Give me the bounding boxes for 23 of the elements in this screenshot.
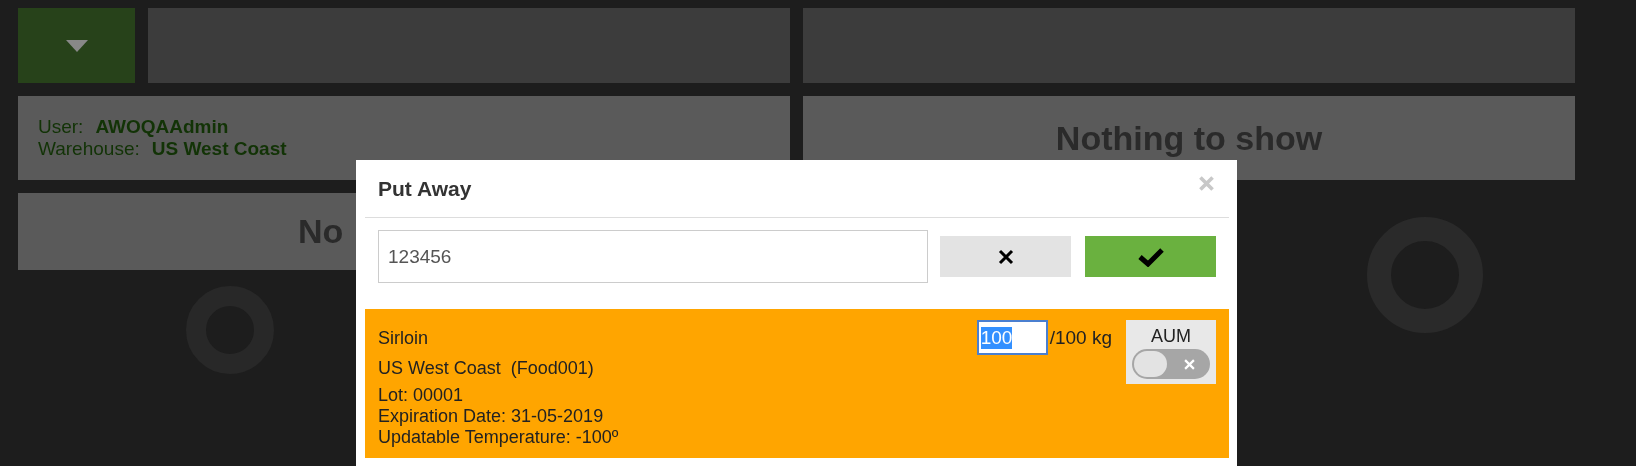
- item-detail: Expiration Date: 31-05-2019: [378, 406, 605, 427]
- quantity-total: /100 kg: [1049, 326, 1112, 349]
- close-icon[interactable]: [1198, 175, 1215, 192]
- close-icon: [997, 248, 1014, 265]
- aum-label: AUM: [1151, 325, 1191, 347]
- item-name: Sirloin: [378, 328, 430, 349]
- user-label: User:: [38, 116, 84, 137]
- user-name: AWOQAAdmin: [95, 116, 229, 137]
- check-icon: [1137, 246, 1164, 267]
- item-detail: Updatable Temperature: -100º: [378, 427, 620, 448]
- clear-button[interactable]: [940, 236, 1071, 277]
- warehouse-label: Warehouse:: [38, 138, 140, 159]
- item-card[interactable]: Sirloin US West Coast (Food001) Lot: 00001 Expiration Date: 31-05-2019 Updatable Temperature: -100º 100 /100 kg AUM: [365, 309, 1229, 458]
- aum-toggle[interactable]: [1132, 348, 1210, 379]
- dialog-title: Put Away: [378, 176, 472, 201]
- caret-icon: [65, 39, 88, 52]
- warehouse-name: US West Coast: [151, 138, 287, 159]
- item-location: US West Coast (Food001): [378, 358, 595, 379]
- close-icon: [1184, 358, 1195, 370]
- menu-button[interactable]: [18, 8, 135, 83]
- confirm-button[interactable]: [1085, 236, 1216, 277]
- scan-field[interactable]: 123456: [378, 230, 928, 283]
- item-detail: Lot: 00001: [378, 385, 465, 406]
